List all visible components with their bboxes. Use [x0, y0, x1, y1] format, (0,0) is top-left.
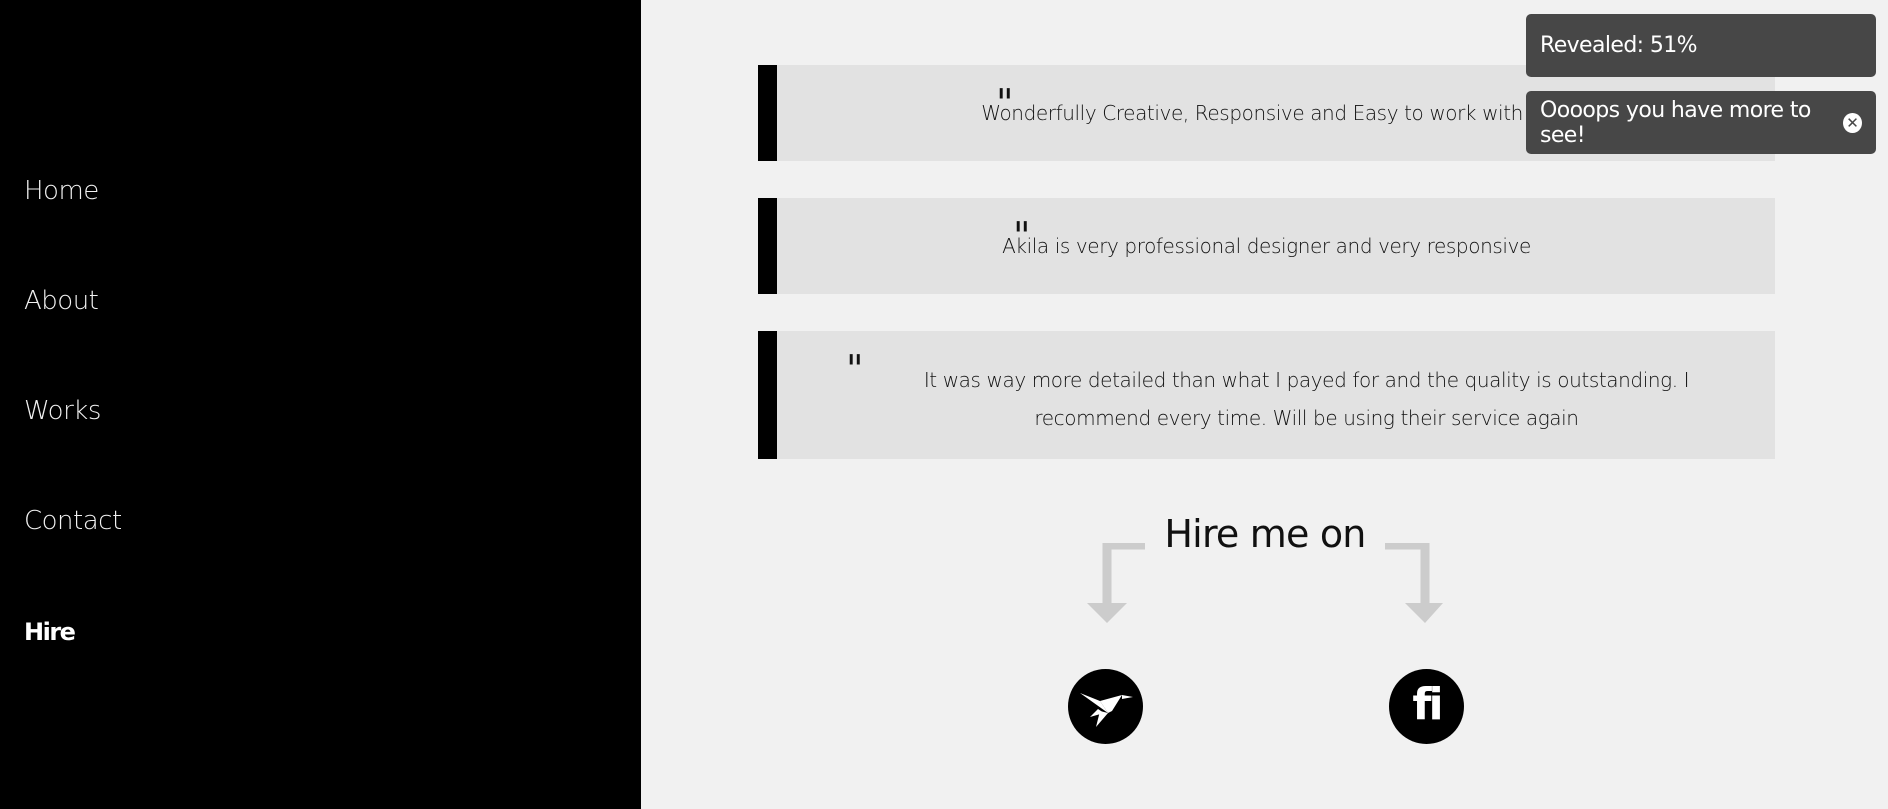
more-to-see-toast-text: Oooops you have more to see!	[1540, 97, 1811, 148]
fiverr-logo: fi	[1412, 679, 1443, 730]
arrow-down-right-icon	[1385, 543, 1443, 623]
nav-item-contact[interactable]: Contact	[24, 506, 122, 536]
testimonial-accent-bar	[758, 331, 777, 459]
more-to-see-toast: Oooops you have more to see! ✕	[1526, 91, 1876, 154]
testimonial-accent-bar	[758, 198, 777, 294]
freelancer-link[interactable]	[1068, 669, 1143, 744]
testimonial-card: " It was way more detailed than what I p…	[758, 331, 1775, 459]
sidebar-nav: Home About Works Contact Hire	[0, 0, 641, 809]
quote-mark-icon: "	[846, 347, 864, 391]
nav-item-works[interactable]: Works	[24, 396, 101, 426]
hummingbird-icon	[1079, 692, 1133, 727]
hire-title: Hire me on	[1164, 512, 1366, 556]
revealed-toast-text: Revealed: 51%	[1540, 33, 1698, 58]
fiverr-link[interactable]: fi	[1389, 669, 1464, 744]
nav-item-about[interactable]: About	[24, 286, 99, 316]
testimonial-card: " Akila is very professional designer an…	[758, 198, 1775, 294]
revealed-toast: Revealed: 51%	[1526, 14, 1876, 77]
nav-item-hire[interactable]: Hire	[24, 618, 76, 646]
close-icon[interactable]: ✕	[1843, 112, 1862, 133]
arrow-down-left-icon	[1087, 543, 1145, 623]
testimonial-text: It was way more detailed than what I pay…	[923, 368, 1690, 430]
nav-item-home[interactable]: Home	[24, 176, 99, 206]
testimonial-accent-bar	[758, 65, 777, 161]
testimonial-text: Akila is very professional designer and …	[1002, 234, 1531, 258]
